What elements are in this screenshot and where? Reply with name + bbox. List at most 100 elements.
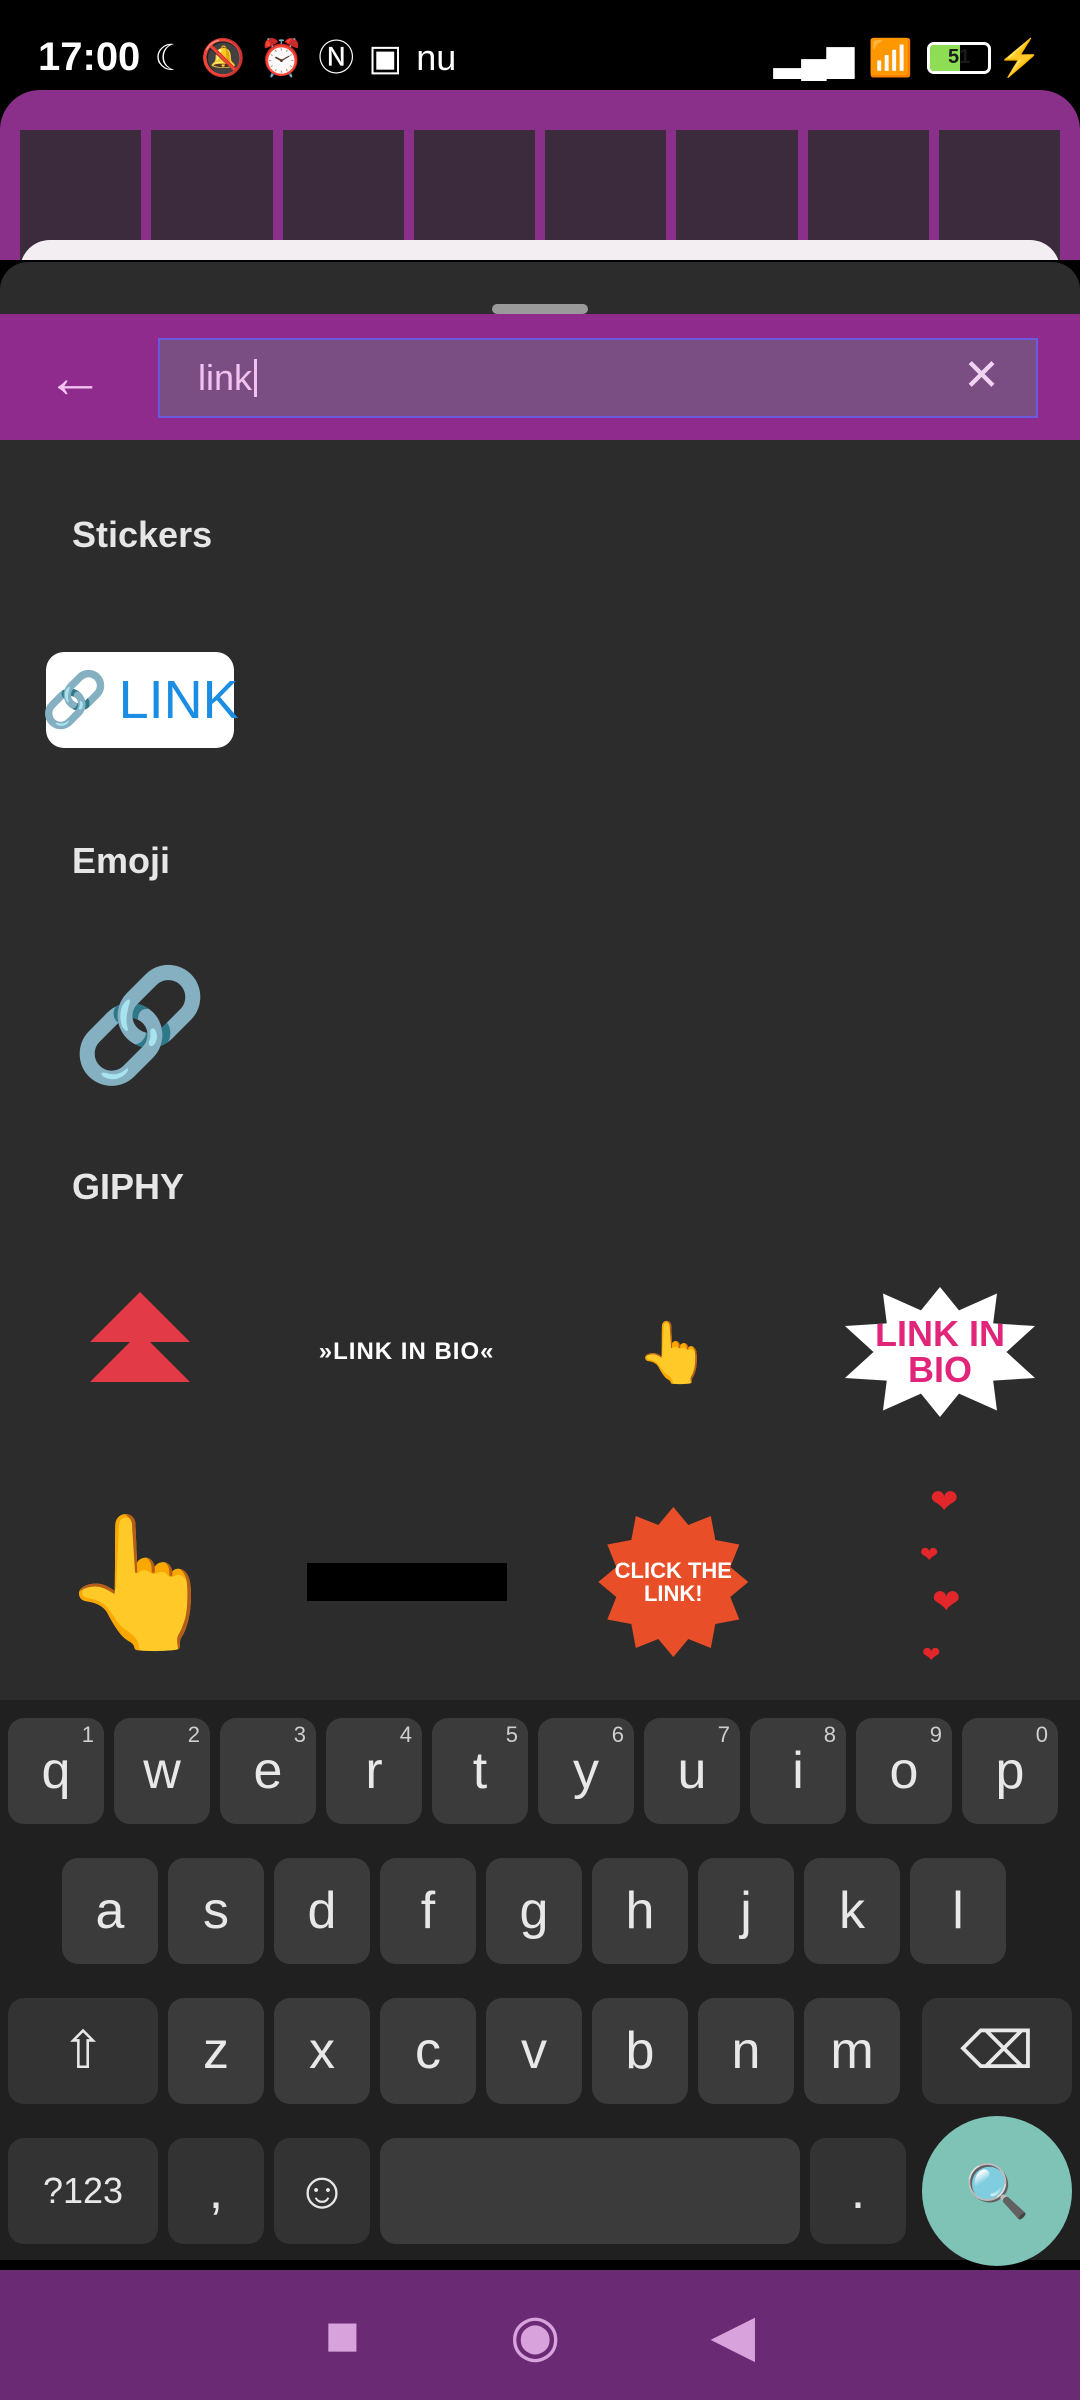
period-key[interactable]: . <box>810 2138 906 2244</box>
giphy-item[interactable]: 👆 <box>573 1252 773 1452</box>
section-title-giphy: GIPHY <box>72 1166 185 1207</box>
key-x[interactable]: x <box>274 1998 370 2104</box>
emoji-item[interactable] <box>573 926 773 1126</box>
key-label: a <box>95 1882 125 1940</box>
drag-handle[interactable] <box>492 304 588 314</box>
key-label: n <box>731 2022 761 2080</box>
click-the-link-badge: CLICK THE LINK! <box>614 1557 732 1606</box>
emoji-item[interactable] <box>307 926 507 1126</box>
sticker-item[interactable] <box>840 600 1040 800</box>
key-n[interactable]: n <box>698 1998 794 2104</box>
key-l[interactable]: l <box>910 1858 1006 1964</box>
key-a[interactable]: a <box>62 1858 158 1964</box>
key-k[interactable]: k <box>804 1858 900 1964</box>
key-label: c <box>415 2022 441 2080</box>
keyboard-row-1: q1 w2 e3 r4 t5 y6 u7 i8 o9 p0 <box>0 1718 1080 1824</box>
text-cursor <box>254 359 258 397</box>
click-hand-icon: 👆 <box>59 1509 221 1655</box>
key-label: d <box>307 1882 337 1940</box>
sticker-item[interactable] <box>573 600 773 800</box>
giphy-item[interactable]: CLICK THE LINK! <box>573 1482 773 1682</box>
shift-key[interactable]: ⇧ <box>8 1998 158 2104</box>
key-number: 4 <box>399 1722 412 1747</box>
key-f[interactable]: f <box>380 1858 476 1964</box>
key-label: z <box>203 2022 229 2080</box>
key-j[interactable]: j <box>698 1858 794 1964</box>
section-title-stickers: Stickers <box>72 514 213 555</box>
key-p[interactable]: p0 <box>962 1718 1058 1824</box>
giphy-item[interactable] <box>306 1482 507 1682</box>
moon-icon: ☾ <box>154 36 187 78</box>
wifi-icon: 📶 <box>868 36 914 78</box>
key-label: t <box>472 1742 488 1800</box>
sticker-item[interactable]: 🔗 LINK <box>40 600 240 800</box>
key-label: v <box>521 2022 547 2080</box>
key-u[interactable]: u7 <box>644 1718 740 1824</box>
key-y[interactable]: y6 <box>538 1718 634 1824</box>
backspace-key[interactable]: ⌫ <box>922 1998 1072 2104</box>
space-key[interactable] <box>380 2138 800 2244</box>
key-label: h <box>625 1882 655 1940</box>
section-title-emoji: Emoji <box>72 840 171 881</box>
key-label: u <box>677 1742 707 1800</box>
emoji-item[interactable]: 🔗 <box>40 926 240 1126</box>
giphy-item[interactable]: »LINK IN BIO« <box>307 1252 507 1452</box>
key-o[interactable]: o9 <box>856 1718 952 1824</box>
search-input[interactable]: link ✕ <box>158 338 1038 418</box>
key-q[interactable]: q1 <box>8 1718 104 1824</box>
home-icon[interactable]: ◉ <box>510 2301 561 2369</box>
search-bar: ← link ✕ <box>0 314 1080 440</box>
comma-key[interactable]: , <box>168 2138 264 2244</box>
key-label: x <box>309 2022 335 2080</box>
key-m[interactable]: m <box>804 1998 900 2104</box>
key-label: y <box>573 1742 599 1800</box>
search-key[interactable]: 🔍 <box>922 2116 1072 2266</box>
giphy-item[interactable]: ❤ ❤ ❤ ❤ <box>840 1482 1040 1682</box>
recents-icon[interactable]: ■ <box>325 2302 360 2369</box>
hand-pointer-icon: 👆 <box>635 1318 711 1386</box>
key-number: 7 <box>717 1722 730 1747</box>
status-right: ▂▄▆ 📶 51 ⚡ <box>773 36 1042 78</box>
navigation-bar: ■ ◉ ◀ <box>0 2270 1080 2400</box>
key-number: 3 <box>293 1722 306 1747</box>
key-t[interactable]: t5 <box>432 1718 528 1824</box>
sticker-item[interactable] <box>307 600 507 800</box>
key-label: i <box>792 1742 804 1800</box>
emoji-key[interactable]: ☺ <box>274 2138 370 2244</box>
key-label: l <box>952 1882 964 1940</box>
hearts-icon: ❤ ❤ ❤ ❤ <box>919 1483 961 1667</box>
symbols-key[interactable]: ?123 <box>8 2138 158 2244</box>
key-d[interactable]: d <box>274 1858 370 1964</box>
key-label: . <box>850 2162 866 2220</box>
key-h[interactable]: h <box>592 1858 688 1964</box>
key-label: r <box>365 1742 383 1800</box>
key-b[interactable]: b <box>592 1998 688 2104</box>
bell-off-icon: 🔕 <box>200 36 246 78</box>
key-v[interactable]: v <box>486 1998 582 2104</box>
key-number: 9 <box>929 1722 942 1747</box>
emoji-item[interactable] <box>840 926 1040 1126</box>
close-icon[interactable]: ✕ <box>963 350 1000 401</box>
giphy-item[interactable]: LINK IN BIO <box>840 1252 1040 1452</box>
key-i[interactable]: i8 <box>750 1718 846 1824</box>
key-label: e <box>253 1742 283 1800</box>
key-label: , <box>208 2162 224 2220</box>
back-icon[interactable]: ◀ <box>711 2301 756 2369</box>
key-label: f <box>420 1882 436 1940</box>
signal-icon: ▂▄▆ <box>773 36 855 78</box>
key-number: 1 <box>81 1722 94 1747</box>
key-w[interactable]: w2 <box>114 1718 210 1824</box>
sim-icon: ▣ <box>368 36 403 78</box>
key-label: o <box>889 1742 919 1800</box>
keyboard: q1 w2 e3 r4 t5 y6 u7 i8 o9 p0 a s d f g … <box>0 1700 1080 2266</box>
keyboard-row-3: ⇧ z x c v b n m ⌫ <box>0 1998 1080 2104</box>
back-arrow-icon[interactable]: ← <box>30 340 120 414</box>
key-s[interactable]: s <box>168 1858 264 1964</box>
key-r[interactable]: r4 <box>326 1718 422 1824</box>
giphy-item[interactable] <box>40 1252 240 1452</box>
key-g[interactable]: g <box>486 1858 582 1964</box>
key-e[interactable]: e3 <box>220 1718 316 1824</box>
key-c[interactable]: c <box>380 1998 476 2104</box>
key-z[interactable]: z <box>168 1998 264 2104</box>
giphy-item[interactable]: 👆 <box>40 1482 240 1682</box>
